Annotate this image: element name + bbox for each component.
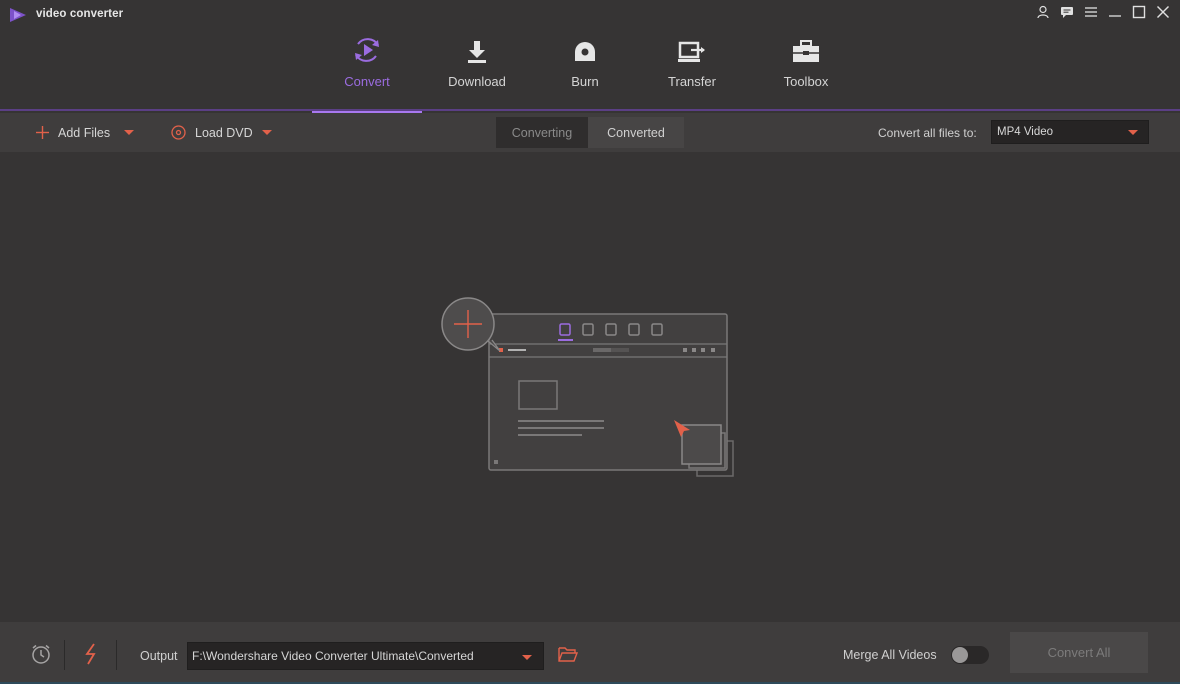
high-speed-conversion-icon[interactable] — [80, 643, 102, 665]
open-folder-icon[interactable] — [558, 645, 578, 663]
merge-all-videos-toggle[interactable] — [951, 646, 989, 664]
burn-icon — [567, 29, 603, 65]
output-label: Output — [140, 649, 178, 663]
output-format-value: MP4 Video — [997, 126, 1054, 138]
add-files-dropdown[interactable] — [124, 113, 134, 152]
nav-label: Convert — [344, 74, 390, 89]
load-dvd-button[interactable]: Load DVD — [171, 113, 253, 152]
maximize-icon[interactable] — [1130, 3, 1148, 21]
bottom-bar: Output F:\Wondershare Video Converter Ul… — [0, 622, 1180, 684]
app-title: video converter — [36, 8, 124, 20]
load-dvd-label: Load DVD — [195, 125, 253, 140]
dvd-icon — [171, 125, 186, 140]
window-controls — [1034, 3, 1172, 21]
download-icon — [459, 29, 495, 65]
chevron-down-icon — [1128, 130, 1138, 135]
convert-icon — [349, 29, 385, 65]
divider — [116, 640, 117, 670]
feedback-icon[interactable] — [1058, 3, 1076, 21]
nav-burn[interactable]: Burn — [530, 26, 640, 111]
merge-all-videos-label: Merge All Videos — [843, 648, 937, 662]
add-files-button[interactable]: Add Files — [36, 113, 110, 152]
title-bar: video converter Convert Download Burn Tr… — [0, 0, 1180, 113]
load-dvd-dropdown[interactable] — [262, 113, 272, 152]
close-icon[interactable] — [1154, 3, 1172, 21]
output-path-select[interactable]: F:\Wondershare Video Converter Ultimate\… — [187, 642, 544, 670]
nav-download[interactable]: Download — [422, 26, 532, 111]
convert-all-files-label: Convert all files to: — [878, 126, 977, 140]
schedule-alarm-icon[interactable] — [30, 643, 52, 665]
tab-converting[interactable]: Converting — [496, 117, 588, 148]
plus-icon — [36, 126, 49, 139]
chevron-down-icon — [124, 130, 134, 135]
nav-label: Transfer — [668, 74, 716, 89]
toolbar: Add Files Load DVD Converting Converted … — [0, 113, 1180, 152]
nav-label: Download — [448, 74, 506, 89]
transfer-icon — [674, 29, 710, 65]
chevron-down-icon — [522, 655, 532, 660]
status-tabs: Converting Converted — [496, 117, 684, 148]
output-path-value: F:\Wondershare Video Converter Ultimate\… — [192, 649, 474, 663]
output-format-select[interactable]: MP4 Video — [991, 120, 1149, 144]
nav-label: Burn — [571, 74, 599, 89]
nav-convert[interactable]: Convert — [312, 26, 422, 113]
chevron-down-icon — [262, 130, 272, 135]
nav-transfer[interactable]: Transfer — [637, 26, 747, 111]
toolbox-icon — [788, 29, 824, 65]
nav-toolbox[interactable]: Toolbox — [751, 26, 861, 111]
nav-label: Toolbox — [783, 74, 829, 89]
account-icon[interactable] — [1034, 3, 1052, 21]
add-files-illustration[interactable] — [440, 296, 736, 478]
tab-converted[interactable]: Converted — [588, 117, 684, 148]
convert-all-button[interactable]: Convert All — [1010, 632, 1148, 673]
minimize-icon[interactable] — [1106, 3, 1124, 21]
app-logo-icon — [10, 8, 26, 22]
file-drop-area[interactable] — [0, 152, 1180, 622]
menu-icon[interactable] — [1082, 3, 1100, 21]
add-files-label: Add Files — [58, 125, 111, 140]
toggle-knob — [952, 647, 968, 663]
divider — [64, 640, 65, 670]
